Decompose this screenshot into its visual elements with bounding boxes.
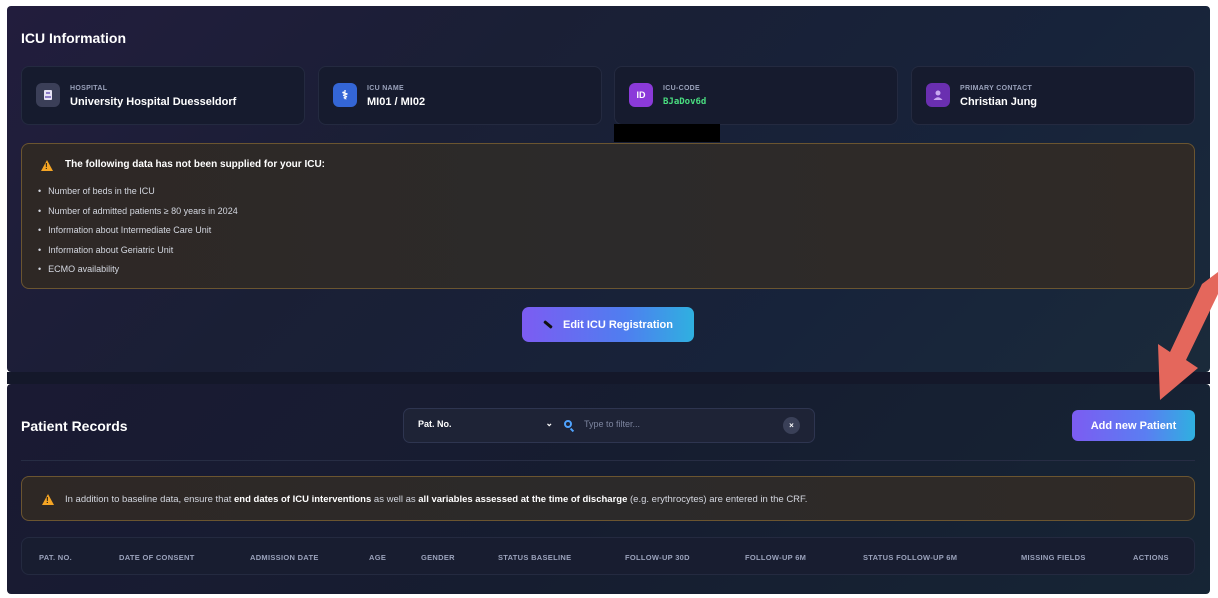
filter-field-select[interactable]: Pat. No. ⌄ (418, 418, 553, 429)
hospital-value: University Hospital Duesseldorf (70, 96, 237, 108)
column-header-pat-no[interactable]: PAT. NO. (39, 553, 72, 562)
icu-code-value: BJaDov6d (663, 97, 707, 107)
hospital-icon (36, 83, 60, 107)
column-header-missing-fields[interactable]: MISSING FIELDS (1021, 553, 1086, 562)
clear-filter-button[interactable]: × (783, 417, 800, 434)
column-header-admission-date[interactable]: ADMISSION DATE (250, 553, 319, 562)
hospital-card: HOSPITAL University Hospital Duesseldorf (21, 66, 305, 125)
column-header-follow-up-30d[interactable]: FOLLOW-UP 30D (625, 553, 690, 562)
icu-information-title: ICU Information (21, 30, 126, 46)
hospital-label: HOSPITAL (70, 85, 108, 92)
column-header-date-of-consent[interactable]: DATE OF CONSENT (119, 553, 195, 562)
divider-line (21, 460, 1195, 461)
patient-table-header: PAT. NO. DATE OF CONSENT ADMISSION DATE … (21, 537, 1195, 575)
icu-name-label: ICU NAME (367, 85, 405, 92)
discharge-data-note: ! In addition to baseline data, ensure t… (21, 476, 1195, 521)
column-header-status-follow-up-6m[interactable]: STATUS FOLLOW-UP 6M (863, 553, 957, 562)
icu-code-card: ID ICU-CODE BJaDov6d (614, 66, 898, 125)
section-divider (7, 372, 1210, 384)
icu-name-card: ⚕ ICU NAME MI01 / MI02 (318, 66, 602, 125)
medical-icon: ⚕ (333, 83, 357, 107)
add-new-patient-button[interactable]: Add new Patient (1072, 410, 1195, 441)
icu-name-value: MI01 / MI02 (367, 96, 426, 108)
list-item: Information about Intermediate Care Unit (38, 221, 238, 241)
column-header-gender[interactable]: GENDER (421, 553, 455, 562)
person-icon (926, 83, 950, 107)
redaction-bar (614, 124, 720, 142)
pencil-icon (543, 320, 553, 329)
column-header-status-baseline[interactable]: STATUS BASELINE (498, 553, 571, 562)
warning-icon: ! (41, 160, 53, 171)
annotation-arrow-icon (1158, 272, 1218, 400)
search-icon (564, 420, 572, 428)
list-item: Information about Geriatric Unit (38, 241, 238, 261)
list-item: Number of admitted patients ≥ 80 years i… (38, 202, 238, 222)
chevron-down-icon: ⌄ (545, 418, 553, 428)
list-item: ECMO availability (38, 260, 238, 280)
missing-data-warning: ! The following data has not been suppli… (21, 143, 1195, 289)
column-header-follow-up-6m[interactable]: FOLLOW-UP 6M (745, 553, 806, 562)
warning-icon: ! (42, 494, 54, 505)
primary-contact-label: PRIMARY CONTACT (960, 85, 1033, 92)
filter-select-value: Pat. No. (418, 419, 452, 429)
filter-input[interactable]: Type to filter... (584, 419, 640, 429)
primary-contact-card: PRIMARY CONTACT Christian Jung (911, 66, 1195, 125)
edit-icu-registration-button[interactable]: Edit ICU Registration (522, 307, 694, 342)
note-text: In addition to baseline data, ensure tha… (65, 494, 808, 505)
list-item: Number of beds in the ICU (38, 182, 238, 202)
patient-filter: Pat. No. ⌄ Type to filter... × (403, 408, 815, 443)
id-icon: ID (629, 83, 653, 107)
icu-code-label: ICU-CODE (663, 85, 701, 92)
missing-data-list: Number of beds in the ICU Number of admi… (38, 182, 238, 280)
edit-button-label: Edit ICU Registration (562, 318, 673, 331)
missing-data-title: The following data has not been supplied… (65, 159, 326, 170)
column-header-age[interactable]: AGE (369, 553, 386, 562)
primary-contact-value: Christian Jung (960, 96, 1038, 108)
patient-records-title: Patient Records (21, 418, 128, 434)
column-header-actions[interactable]: ACTIONS (1133, 553, 1169, 562)
